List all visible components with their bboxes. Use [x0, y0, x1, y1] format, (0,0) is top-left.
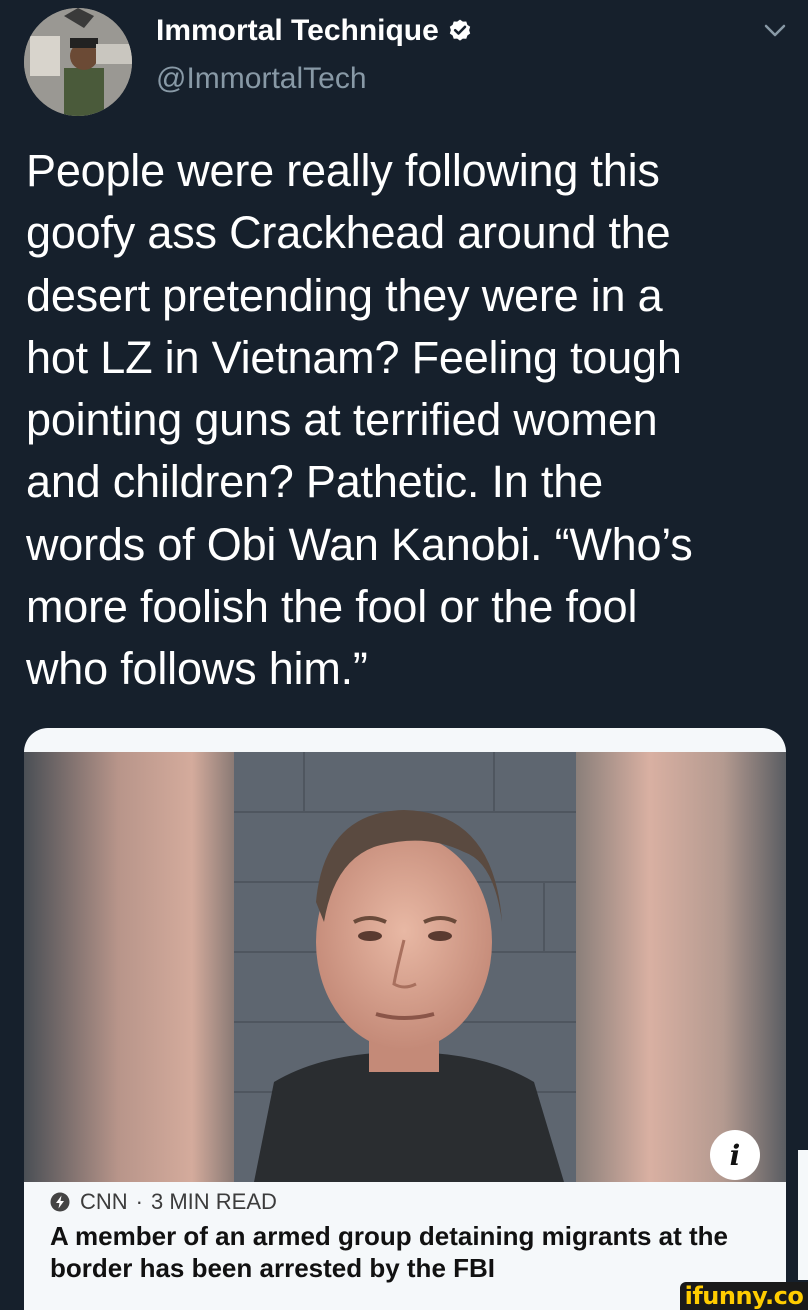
- card-meta: CNN · 3 MIN READ: [50, 1184, 277, 1220]
- mugshot-photo: [24, 752, 786, 1182]
- avatar-photo: [24, 8, 132, 116]
- card-source: CNN: [80, 1189, 128, 1214]
- author-display-name[interactable]: Immortal Technique: [156, 14, 473, 48]
- author-handle[interactable]: @ImmortalTech: [156, 62, 367, 96]
- card-read-time: 3 MIN READ: [151, 1189, 277, 1214]
- card-image: [24, 752, 786, 1182]
- side-strip: [798, 1150, 808, 1280]
- tweet-text: People were really following this goofy …: [26, 145, 693, 695]
- card-headline[interactable]: A member of an armed group detaining mig…: [50, 1220, 762, 1284]
- chevron-down-icon[interactable]: [762, 22, 788, 40]
- meta-separator: ·: [135, 1189, 143, 1214]
- ifunny-watermark: ifunny.co: [680, 1282, 808, 1310]
- lightning-icon: [50, 1192, 70, 1212]
- author-avatar[interactable]: [24, 8, 132, 116]
- info-icon[interactable]: i: [710, 1130, 760, 1180]
- display-name-text: Immortal Technique: [156, 14, 439, 47]
- link-card[interactable]: i CNN · 3 MIN READ A member of an armed …: [24, 728, 786, 1310]
- verified-badge-icon: [449, 19, 471, 41]
